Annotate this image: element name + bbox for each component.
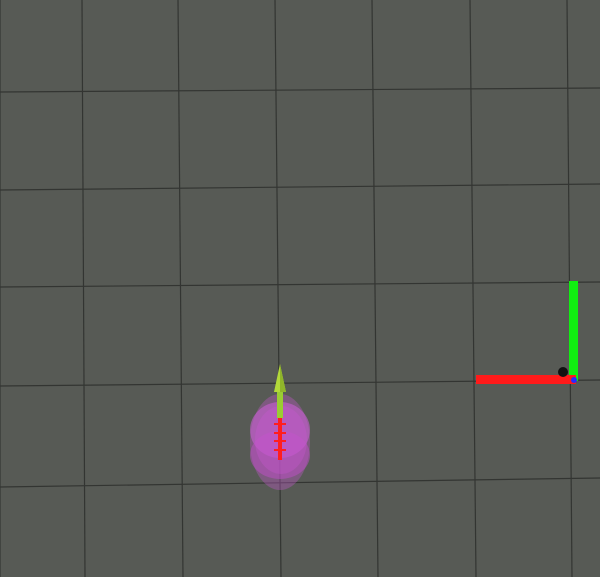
map-grid bbox=[0, 0, 600, 577]
grid-line bbox=[81, 0, 86, 577]
grid-line bbox=[0, 477, 600, 488]
grid-line bbox=[274, 0, 282, 577]
pose-arrow-shaft bbox=[277, 390, 283, 418]
grid-line bbox=[0, 183, 600, 191]
base-frame-axes bbox=[476, 281, 578, 384]
y-axis bbox=[569, 281, 578, 381]
grid-line bbox=[469, 0, 477, 577]
grid-line bbox=[0, 87, 600, 93]
scene-canvas[interactable] bbox=[0, 0, 600, 577]
grid-line bbox=[371, 0, 379, 577]
robot-marker bbox=[558, 367, 568, 377]
grid-line bbox=[177, 0, 184, 577]
3d-viewport[interactable] bbox=[0, 0, 600, 577]
pose-arrow-head-shade bbox=[280, 364, 286, 392]
z-axis bbox=[571, 377, 577, 383]
grid-line bbox=[0, 281, 600, 288]
